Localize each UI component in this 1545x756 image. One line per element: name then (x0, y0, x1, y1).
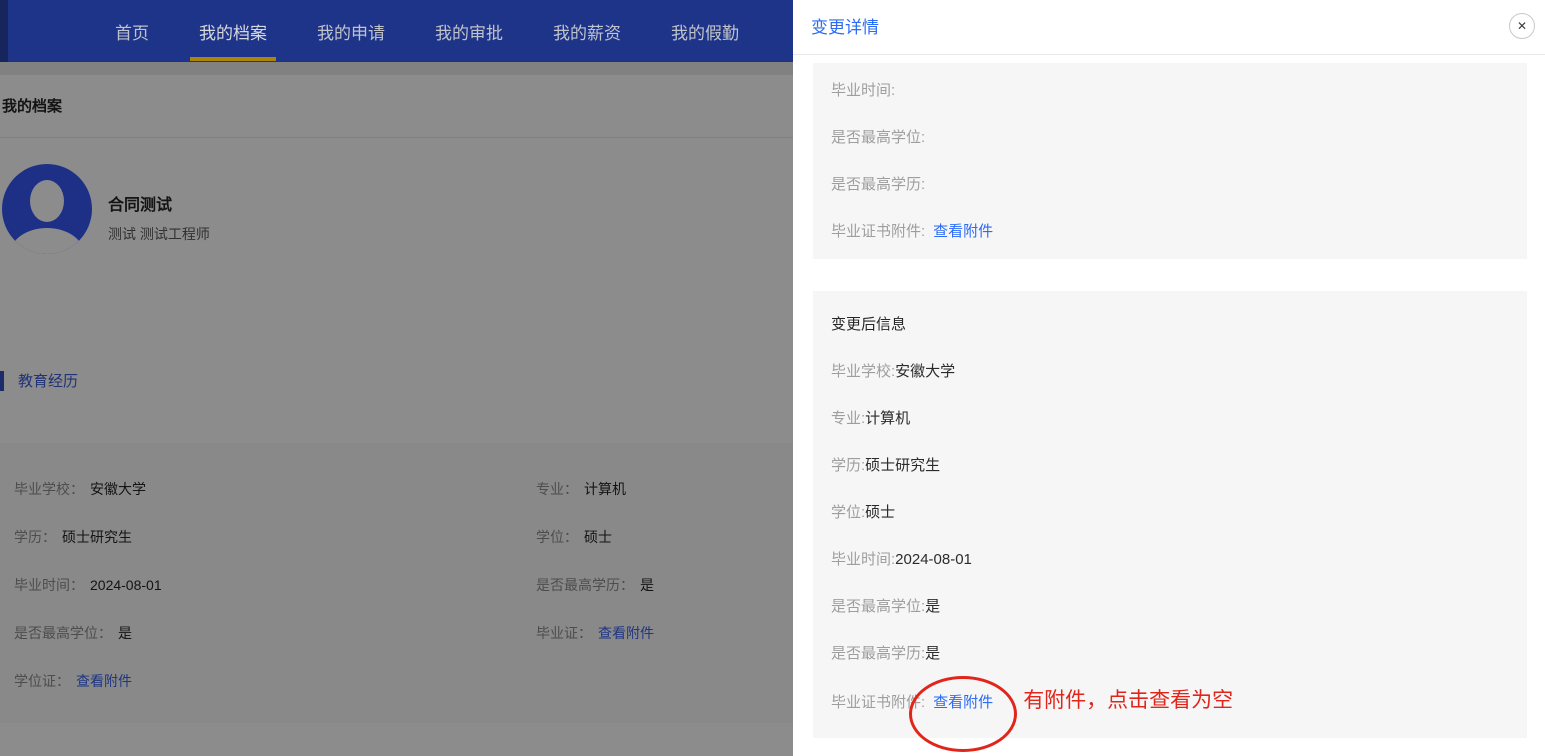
after-change-heading: 变更后信息 (831, 316, 907, 333)
detail-value: 安徽大学 (895, 363, 956, 380)
detail-label: 学位: (831, 504, 866, 521)
detail-row-degree: 学位:硕士 (831, 489, 1527, 536)
before-change-block: 毕业时间: 是否最高学位: 是否最高学历: 毕业证书附件: 查看附件 (813, 63, 1527, 259)
detail-row-highest-degree: 是否最高学位: (831, 114, 1527, 161)
detail-value: 是 (925, 645, 941, 662)
detail-row-certificate-attachment: 毕业证书附件: 查看附件 (831, 208, 1527, 255)
nav-items: 首页 我的档案 我的申请 我的审批 我的薪资 我的假勤 (0, 0, 793, 62)
close-button[interactable]: ✕ (1509, 13, 1535, 39)
detail-label: 是否最高学位: (831, 129, 926, 146)
nav-edge-decoration (0, 0, 8, 62)
detail-label: 学历: (831, 457, 866, 474)
detail-row-graduation-date: 毕业时间:2024-08-01 (831, 536, 1527, 583)
detail-row-certificate-attachment: 毕业证书附件: 查看附件 有附件，点击查看为空 (831, 675, 1527, 752)
detail-row-highest-education: 是否最高学历: (831, 161, 1527, 208)
detail-value: 是 (925, 598, 941, 615)
nav-item-my-archive[interactable]: 我的档案 (190, 19, 276, 61)
drawer-mask[interactable] (0, 62, 793, 756)
nav-item-my-attendance[interactable]: 我的假勤 (671, 19, 739, 44)
detail-row-highest-degree: 是否最高学位:是 (831, 583, 1527, 630)
detail-label: 毕业时间: (831, 82, 896, 99)
drawer-header: 变更详情 ✕ (793, 0, 1545, 55)
detail-row-graduation-date: 毕业时间: (831, 67, 1527, 114)
red-annotation-text: 有附件，点击查看为空 (1023, 689, 1234, 712)
detail-label: 是否最高学位: (831, 598, 926, 615)
top-navigation: 首页 我的档案 我的申请 我的审批 我的薪资 我的假勤 (0, 0, 793, 62)
after-change-block: 变更后信息 毕业学校:安徽大学 专业:计算机 学历:硕士研究生 学位:硕士 毕业… (813, 291, 1527, 752)
change-detail-drawer: 变更详情 ✕ 毕业时间: 是否最高学位: 是否最高学历: 毕业证书附件: 查看附件… (793, 0, 1545, 756)
detail-label: 毕业时间: (831, 551, 896, 568)
nav-item-home[interactable]: 首页 (115, 19, 149, 44)
main-page: 首页 我的档案 我的申请 我的审批 我的薪资 我的假勤 我的档案 合同测试 测试… (0, 0, 793, 756)
detail-row-degree-level: 学历:硕士研究生 (831, 442, 1527, 489)
detail-label: 毕业证书附件: (831, 223, 926, 240)
detail-value: 2024-08-01 (895, 551, 972, 568)
red-circle-annotation (909, 675, 1018, 752)
view-attachment-link[interactable]: 查看附件 (933, 694, 993, 711)
detail-row-major: 专业:计算机 (831, 395, 1527, 442)
detail-value: 硕士研究生 (865, 457, 941, 474)
app-screen: 首页 我的档案 我的申请 我的审批 我的薪资 我的假勤 我的档案 合同测试 测试… (0, 0, 1545, 756)
detail-label: 专业: (831, 410, 866, 427)
circled-attachment-link: 查看附件 (909, 675, 1018, 752)
nav-item-my-approvals[interactable]: 我的审批 (435, 19, 503, 44)
close-icon: ✕ (1516, 18, 1528, 33)
view-attachment-link[interactable]: 查看附件 (933, 223, 993, 240)
nav-item-my-salary[interactable]: 我的薪资 (553, 19, 621, 44)
detail-label: 毕业证书附件: (831, 694, 926, 711)
detail-value: 计算机 (865, 410, 911, 427)
detail-label: 是否最高学历: (831, 176, 926, 193)
nav-item-my-applications[interactable]: 我的申请 (317, 19, 385, 44)
detail-row-highest-education: 是否最高学历:是 (831, 630, 1527, 677)
detail-value: 硕士 (865, 504, 896, 521)
detail-label: 是否最高学历: (831, 645, 926, 662)
drawer-title: 变更详情 (811, 18, 879, 37)
detail-row-school: 毕业学校:安徽大学 (831, 348, 1527, 395)
detail-label: 毕业学校: (831, 363, 896, 380)
